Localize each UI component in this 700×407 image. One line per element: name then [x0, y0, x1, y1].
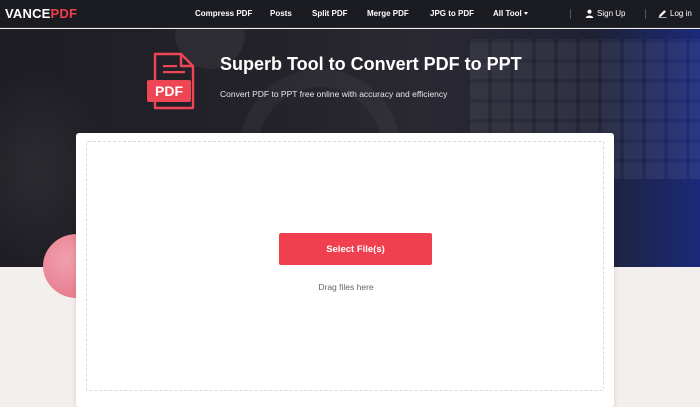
page-title: Superb Tool to Convert PDF to PPT	[220, 54, 522, 74]
user-icon	[585, 9, 594, 18]
chevron-down-icon	[523, 12, 528, 16]
nav-divider	[570, 9, 571, 19]
top-nav: VANCEPDF Compress PDF Posts Split PDF Me…	[0, 0, 700, 28]
nav-split-pdf[interactable]: Split PDF	[312, 9, 348, 18]
nav-all-tool-label: All Tool	[493, 9, 522, 18]
pencil-icon	[658, 10, 667, 18]
logo-text-vance: VANCE	[5, 6, 51, 21]
sign-up-link[interactable]: Sign Up	[585, 9, 625, 18]
sign-up-label: Sign Up	[597, 9, 626, 18]
pdf-icon-label: PDF	[155, 83, 183, 99]
nav-posts[interactable]: Posts	[270, 9, 292, 18]
file-dropzone[interactable]: Select File(s) Drag files here	[86, 141, 604, 391]
nav-divider-2	[645, 9, 646, 19]
logo-text-pdf: PDF	[50, 6, 78, 21]
logo[interactable]: VANCEPDF	[5, 6, 77, 21]
nav-merge-pdf[interactable]: Merge PDF	[367, 9, 409, 18]
page-subtitle: Convert PDF to PPT free online with accu…	[220, 89, 448, 99]
log-in-label: Log in	[670, 9, 692, 18]
pdf-file-icon: PDF	[147, 52, 195, 110]
drag-files-hint: Drag files here	[318, 282, 374, 292]
upload-card: Select File(s) Drag files here	[76, 133, 614, 407]
log-in-link[interactable]: Log in	[658, 9, 692, 18]
nav-all-tool[interactable]: All Tool	[493, 9, 528, 18]
select-files-button[interactable]: Select File(s)	[279, 233, 432, 265]
nav-jpg-to-pdf[interactable]: JPG to PDF	[430, 9, 474, 18]
nav-compress-pdf[interactable]: Compress PDF	[195, 9, 252, 18]
